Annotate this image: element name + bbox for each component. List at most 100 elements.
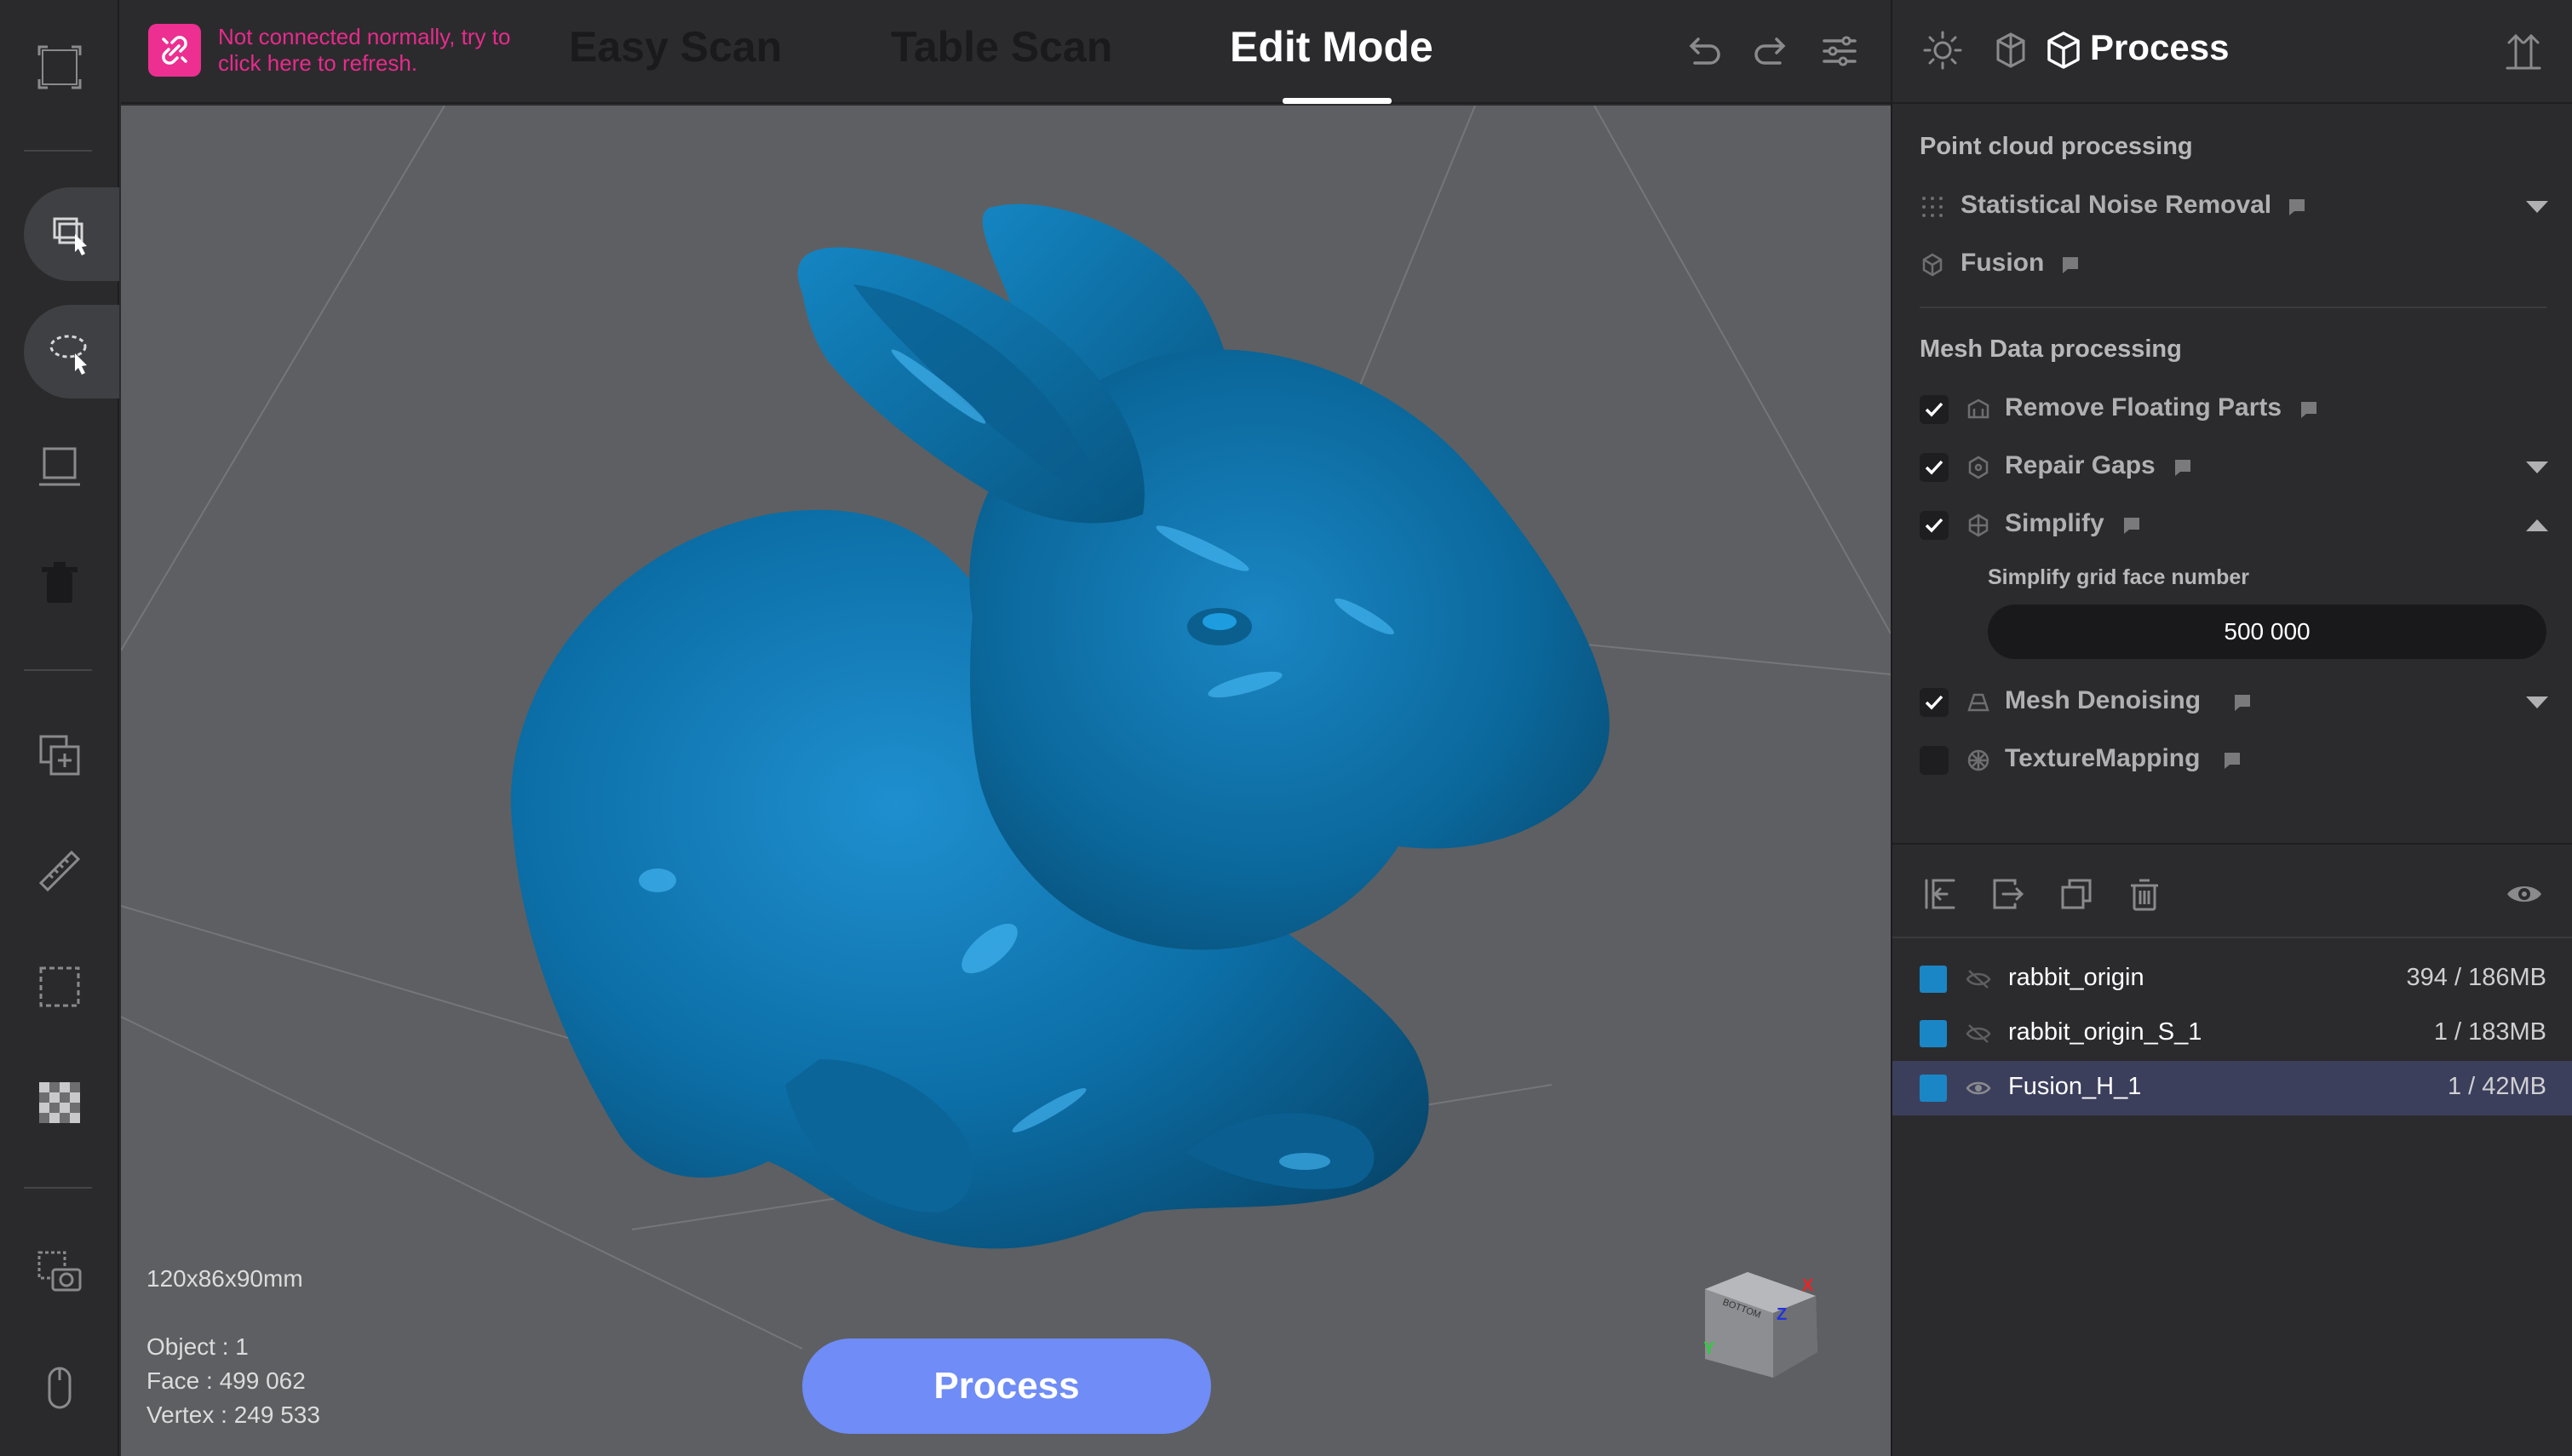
vertex-count: Vertex : 249 533	[146, 1402, 320, 1428]
select-cursor-icon	[53, 217, 87, 255]
check-icon	[1925, 695, 1943, 710]
measure-button[interactable]	[0, 824, 119, 918]
simplify-row[interactable]: Simplify	[1892, 499, 2572, 550]
top-bar: Not connected normally, try to click her…	[121, 0, 1891, 104]
mouse-help-button[interactable]	[0, 1342, 119, 1436]
info-note-icon[interactable]	[2288, 198, 2306, 216]
bounding-box-button[interactable]	[0, 940, 119, 1034]
left-toolbar	[0, 0, 119, 1456]
chevron-down-icon[interactable]	[2524, 695, 2550, 710]
eye-icon[interactable]	[2506, 875, 2543, 913]
object-color-swatch[interactable]	[1920, 1020, 1947, 1047]
texture-toggle-button[interactable]	[0, 1056, 119, 1149]
fusion-label: Fusion	[1961, 249, 2045, 277]
object-toolbar	[1892, 843, 2572, 938]
fusion-row[interactable]: Fusion	[1892, 238, 2572, 289]
chevron-down-icon[interactable]	[2524, 460, 2550, 475]
object-color-swatch[interactable]	[1920, 966, 1947, 993]
duplicate-icon[interactable]	[2058, 875, 2095, 913]
tab-table-scan[interactable]: Table Scan	[891, 22, 1112, 104]
info-note-icon[interactable]	[2061, 255, 2080, 274]
eye-icon[interactable]	[1966, 1076, 1991, 1100]
info-note-icon[interactable]	[2223, 751, 2242, 770]
bounding-box-icon	[39, 966, 80, 1007]
noise-removal-label: Statistical Noise Removal	[1961, 191, 2272, 219]
texture-mapping-checkbox[interactable]	[1920, 746, 1949, 775]
object-row[interactable]: rabbit_origin_S_1 1 / 183MB	[1892, 1006, 2572, 1061]
remove-floating-checkbox[interactable]	[1920, 395, 1949, 424]
simplify-checkbox[interactable]	[1920, 511, 1949, 540]
object-row[interactable]: rabbit_origin 394 / 186MB	[1892, 952, 2572, 1006]
settings-sliders-icon[interactable]	[1817, 29, 1862, 73]
info-note-icon[interactable]	[2122, 516, 2141, 535]
export-arrows-icon[interactable]	[2502, 29, 2545, 72]
tab-easy-scan[interactable]: Easy Scan	[569, 22, 782, 104]
dots-grid-icon	[1922, 197, 1943, 217]
plane-cut-button[interactable]	[0, 421, 119, 514]
panel-title: Process	[2090, 27, 2230, 67]
lasso-tool-button[interactable]	[24, 305, 119, 398]
point-cloud-section-title: Point cloud processing	[1920, 133, 2193, 160]
simplify-face-input[interactable]	[1988, 605, 2546, 659]
info-note-icon[interactable]	[2233, 693, 2252, 712]
add-copy-icon	[39, 735, 80, 776]
import-icon[interactable]	[1921, 875, 1959, 913]
remove-floating-row[interactable]: Remove Floating Parts	[1892, 383, 2572, 434]
check-icon	[1925, 518, 1943, 533]
app-window: Not connected normally, try to click her…	[0, 0, 2572, 1456]
repair-gaps-label: Repair Gaps	[2005, 451, 2156, 479]
repair-gaps-row[interactable]: Repair Gaps	[1892, 441, 2572, 492]
connection-message[interactable]: Not connected normally, try to click her…	[218, 24, 550, 77]
process-cube-icon	[2047, 32, 2080, 69]
texture-mapping-label: TextureMapping	[2005, 744, 2201, 772]
floating-parts-icon	[1967, 398, 1989, 419]
connection-warning[interactable]: Not connected normally, try to click her…	[148, 24, 550, 77]
chevron-down-icon[interactable]	[2524, 199, 2550, 215]
info-note-icon[interactable]	[2299, 400, 2318, 419]
export-icon[interactable]	[1989, 875, 2027, 913]
texture-icon	[1967, 749, 1989, 771]
process-button[interactable]: Process	[802, 1338, 1211, 1434]
object-name: Fusion_H_1	[2008, 1073, 2142, 1100]
eye-hidden-icon[interactable]	[1966, 967, 1991, 991]
mesh-denoising-row[interactable]: Mesh Denoising	[1892, 676, 2572, 727]
info-note-icon[interactable]	[2173, 458, 2192, 477]
mesh-denoising-checkbox[interactable]	[1920, 688, 1949, 717]
noise-removal-row[interactable]: Statistical Noise Removal	[1892, 181, 2572, 232]
repair-gaps-icon	[1968, 456, 1989, 479]
trash-icon[interactable]	[2126, 875, 2163, 913]
repair-gaps-checkbox[interactable]	[1920, 453, 1949, 482]
simplify-label: Simplify	[2005, 509, 2104, 537]
broken-link-icon	[148, 24, 201, 77]
tab-edit-mode[interactable]: Edit Mode	[1230, 22, 1433, 104]
add-object-button[interactable]	[0, 708, 119, 802]
delete-tool-button[interactable]	[0, 536, 119, 630]
object-name: rabbit_origin	[2008, 964, 2144, 991]
object-row-selected[interactable]: Fusion_H_1 1 / 42MB	[1892, 1061, 2572, 1115]
undo-icon[interactable]	[1681, 29, 1725, 73]
eye-hidden-icon[interactable]	[1966, 1022, 1991, 1046]
camera-icon	[37, 1251, 82, 1292]
rabbit-model[interactable]	[510, 203, 1610, 1249]
redo-icon[interactable]	[1749, 29, 1794, 73]
select-tool-button[interactable]	[24, 187, 119, 281]
face-count: Face : 499 062	[146, 1367, 306, 1394]
chevron-up-icon[interactable]	[2524, 518, 2550, 533]
fit-view-button[interactable]	[0, 20, 119, 114]
z-axis-label: Z	[1777, 1305, 1787, 1324]
snapshot-button[interactable]	[0, 1226, 119, 1320]
view-cube[interactable]: BOTTOM Z Y X	[1703, 1272, 1817, 1378]
check-icon	[1925, 460, 1943, 475]
checkerboard-icon	[39, 1082, 80, 1123]
scene: BOTTOM Z Y X	[121, 106, 1891, 1378]
object-name: rabbit_origin_S_1	[2008, 1018, 2202, 1046]
mesh-shape-icon[interactable]	[1989, 29, 2032, 72]
texture-mapping-row[interactable]: TextureMapping	[1892, 734, 2572, 785]
object-color-swatch[interactable]	[1920, 1075, 1947, 1102]
ruler-icon	[38, 850, 81, 892]
object-size: 394 / 186MB	[2406, 964, 2546, 991]
3d-viewport[interactable]: BOTTOM Z Y X 120x86x90mm Object : 1 Face…	[121, 106, 1891, 1456]
mouse-icon	[48, 1367, 72, 1409]
sun-icon[interactable]	[1921, 29, 1964, 72]
y-axis-label: Y	[1703, 1339, 1715, 1358]
